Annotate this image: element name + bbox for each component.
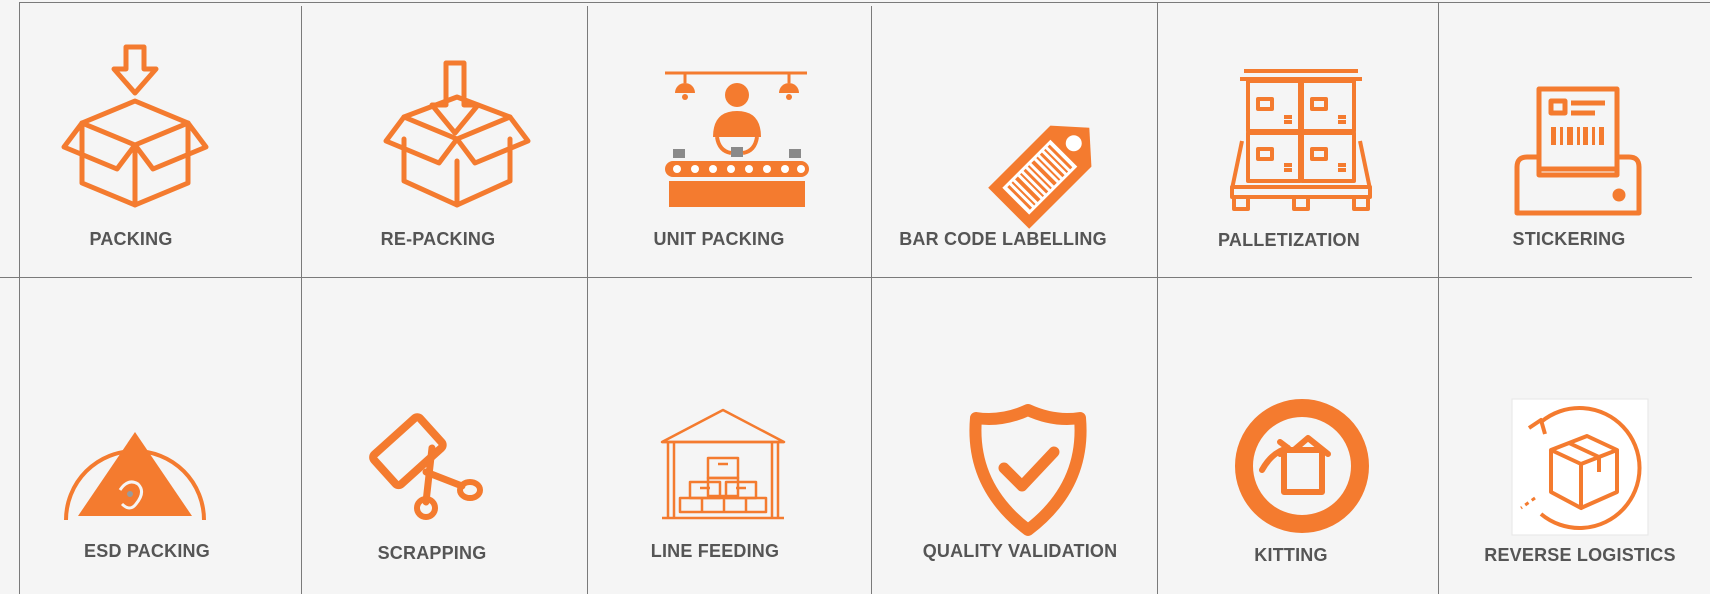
- warehouse-boxes-icon: [660, 408, 786, 520]
- service-label: LINE FEEDING: [650, 541, 780, 561]
- stacked-boxes-pallet-icon: [1230, 69, 1372, 211]
- service-label: BAR CODE LABELLING: [899, 229, 1107, 249]
- service-tile-stickering[interactable]: STICKERING: [1439, 3, 1710, 277]
- service-label: KITTING: [1254, 545, 1328, 565]
- service-tile-esd-packing[interactable]: ESD PACKING: [20, 278, 301, 594]
- services-grid: PACKING RE-PACKING UNIT PACKING BAR CODE…: [0, 0, 1710, 594]
- barcode-tag-icon: [988, 125, 1092, 229]
- open-box-down-arrow-icon: [61, 44, 209, 208]
- shield-check-icon: [969, 404, 1087, 536]
- service-label: RE-PACKING: [380, 229, 496, 249]
- service-tile-scrapping[interactable]: SCRAPPING: [302, 278, 587, 594]
- label-printer-icon: [1514, 86, 1642, 216]
- conveyor-worker-icon: [665, 71, 809, 207]
- service-label: ESD PACKING: [84, 541, 210, 561]
- service-label: SCRAPPING: [377, 543, 487, 563]
- service-tile-reverse-logistics[interactable]: REVERSE LOGISTICS: [1439, 278, 1710, 594]
- service-label: QUALITY VALIDATION: [922, 541, 1118, 561]
- service-tile-bar-code-labelling[interactable]: BAR CODE LABELLING: [872, 3, 1157, 277]
- service-label: UNIT PACKING: [653, 229, 785, 249]
- kitting-box-circle-icon: [1235, 399, 1369, 533]
- service-tile-packing[interactable]: PACKING: [20, 3, 301, 277]
- esd-warning-icon: [64, 432, 206, 521]
- service-label: STICKERING: [1512, 229, 1626, 249]
- service-tile-palletization[interactable]: PALLETIZATION: [1158, 3, 1438, 277]
- service-label: PALLETIZATION: [1218, 230, 1360, 250]
- repack-box-arrow-icon: [383, 60, 531, 208]
- service-tile-kitting[interactable]: KITTING: [1158, 278, 1438, 594]
- service-tile-re-packing[interactable]: RE-PACKING: [302, 3, 587, 277]
- return-box-arrow-icon: [1511, 398, 1649, 536]
- service-label: PACKING: [89, 229, 173, 249]
- service-tile-line-feeding[interactable]: LINE FEEDING: [588, 278, 871, 594]
- service-label: REVERSE LOGISTICS: [1484, 545, 1676, 565]
- cut-card-scissors-icon: [369, 413, 483, 520]
- service-tile-quality-validation[interactable]: QUALITY VALIDATION: [872, 278, 1157, 594]
- service-tile-unit-packing[interactable]: UNIT PACKING: [588, 3, 871, 277]
